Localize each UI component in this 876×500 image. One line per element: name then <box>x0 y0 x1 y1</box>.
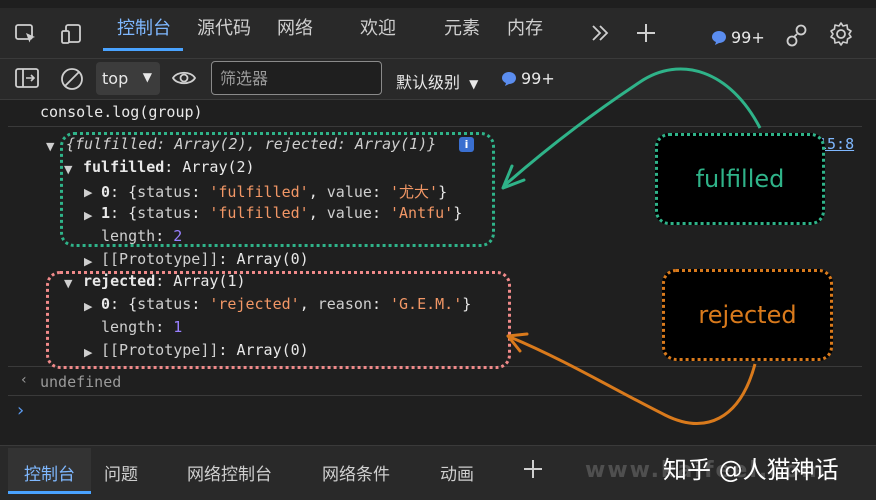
annotation-arrows <box>501 67 762 425</box>
drawer-tab-network-conditions[interactable]: 网络条件 <box>322 460 390 485</box>
rejected-arrow <box>509 335 757 425</box>
fulfilled-arrow <box>504 67 762 187</box>
drawer-tab-network-console[interactable]: 网络控制台 <box>187 460 272 485</box>
watermark: 知乎 @人猫神话 <box>663 456 839 484</box>
drawer-tab-issues[interactable]: 问题 <box>104 460 138 485</box>
drawer-tab-console[interactable]: 控制台 <box>24 460 75 485</box>
add-drawer-tab-icon[interactable] <box>522 458 544 484</box>
drawer-tab-animations[interactable]: 动画 <box>440 460 474 485</box>
